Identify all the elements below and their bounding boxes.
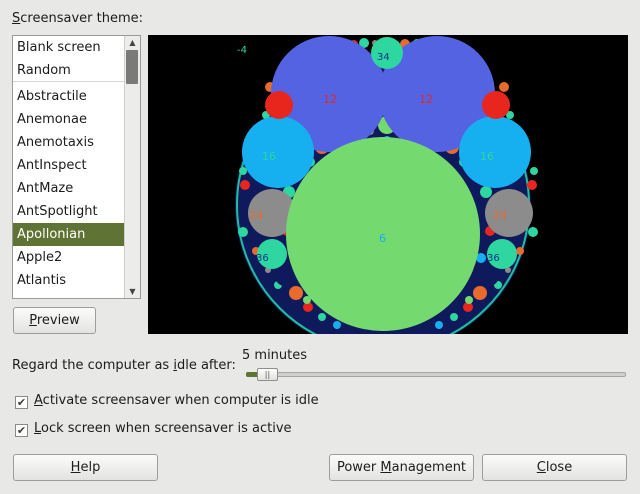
label-top: 34 xyxy=(377,52,390,63)
label-right12: 12 xyxy=(419,93,433,106)
theme-list-item[interactable]: Apple2 xyxy=(13,246,126,269)
activate-checkbox-label[interactable]: Activate screensaver when computer is id… xyxy=(34,393,319,408)
preview-button[interactable]: Preview xyxy=(13,307,96,334)
theme-list-item[interactable]: AntMaze xyxy=(13,177,126,200)
label-left24: 24 xyxy=(249,209,263,222)
label-right24: 24 xyxy=(493,209,507,222)
help-button[interactable]: Help xyxy=(13,454,158,481)
theme-list-item[interactable]: Blank screen xyxy=(13,36,126,59)
theme-list-item[interactable]: Apollonian xyxy=(13,223,126,246)
label-right36: 36 xyxy=(487,253,500,264)
cyan-circle-left xyxy=(242,116,314,188)
theme-list-item[interactable]: Atlantis xyxy=(13,269,126,292)
idle-slider-thumb[interactable]: || xyxy=(257,368,278,381)
theme-list-item[interactable]: Abstractile xyxy=(13,85,126,108)
theme-list-item[interactable]: Random xyxy=(13,59,126,82)
scrollbar-thumb[interactable] xyxy=(126,50,138,84)
label-center: 6 xyxy=(379,232,386,245)
label-left16: 16 xyxy=(262,150,276,163)
idle-slider[interactable] xyxy=(246,372,626,377)
red-circle-right xyxy=(482,91,510,119)
label-right16: 16 xyxy=(480,150,494,163)
red-circle-left xyxy=(265,91,293,119)
close-button[interactable]: Close xyxy=(482,454,627,481)
idle-value: 5 minutes xyxy=(242,348,308,363)
label-left36: 36 xyxy=(256,253,269,264)
activate-checkbox[interactable]: ✔ xyxy=(15,396,28,409)
theme-list-scrollbar[interactable]: ▲ ▼ xyxy=(124,36,140,298)
screensaver-preview: -4 34 12 12 16 16 24 24 6 36 36 xyxy=(148,35,628,334)
idle-label: Regard the computer as idle after: xyxy=(12,358,236,373)
theme-list-item[interactable]: AntInspect xyxy=(13,154,126,177)
theme-list-item[interactable]: AntSpotlight xyxy=(13,200,126,223)
theme-list-item[interactable]: Anemonae xyxy=(13,108,126,131)
theme-list[interactable]: Blank screen Random Abstractile Anemonae Ane… xyxy=(12,35,141,299)
theme-list-item[interactable]: Anemotaxis xyxy=(13,131,126,154)
power-management-button[interactable]: Power Management xyxy=(329,454,474,481)
screensaver-theme-label: Screensaver theme: xyxy=(12,11,143,26)
cyan-circle-right xyxy=(459,116,531,188)
navy-circle-left xyxy=(275,266,295,286)
scroll-down-icon[interactable]: ▼ xyxy=(125,285,140,298)
navy-circle-right xyxy=(479,266,499,286)
lock-checkbox[interactable]: ✔ xyxy=(15,424,28,437)
lock-checkbox-label[interactable]: Lock screen when screensaver is active xyxy=(34,421,292,436)
scroll-up-icon[interactable]: ▲ xyxy=(125,36,140,49)
label-left12: 12 xyxy=(323,93,337,106)
label-corner: -4 xyxy=(237,45,247,56)
